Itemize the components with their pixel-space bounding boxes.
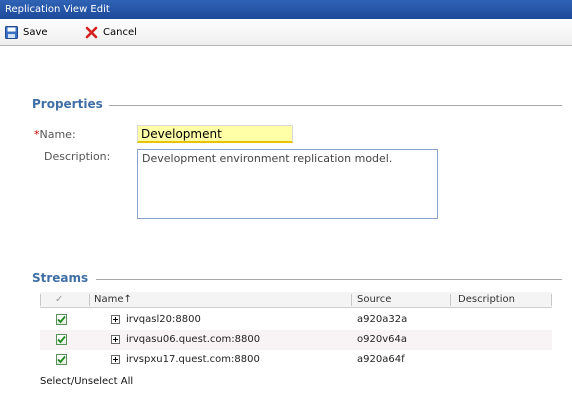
description-label: Description: [44,150,111,163]
description-field[interactable]: Development environment replication mode… [137,149,438,219]
window-title-bar: Replication View Edit [0,0,572,19]
properties-section-title: Properties [32,97,109,111]
streams-divider [96,279,562,280]
select-unselect-all-link[interactable]: Select/Unselect All [40,376,133,387]
streams-section-title: Streams [32,271,95,285]
floppy-disk-icon [5,25,18,39]
stream-source: a920a32a [357,314,408,325]
checkmark-icon [57,315,66,324]
column-header-name[interactable]: Name↑ [94,292,132,308]
column-header-source[interactable]: Source [357,292,391,308]
plus-box-icon[interactable] [111,335,120,344]
column-separator [351,294,352,306]
window-title: Replication View Edit [5,4,110,15]
table-row[interactable]: irvspxu17.quest.com:8800 a920a64f [40,350,552,370]
name-label: *Name: [34,128,76,141]
stream-name: irvqasl20:8800 [126,314,201,325]
name-label-text: Name: [39,128,76,141]
cancel-label: Cancel [103,26,137,38]
stream-source: a920a64f [357,354,405,365]
toolbar: Save Cancel [0,19,572,46]
checkmark-icon [57,335,66,344]
cancel-button[interactable]: Cancel [85,24,137,40]
plus-box-icon[interactable] [111,315,120,324]
properties-divider [100,105,562,106]
plus-box-icon[interactable] [111,355,120,364]
table-row[interactable]: irvqasu06.quest.com:8800 o920v64a [40,330,552,350]
column-header-check[interactable]: ✓ [55,292,63,308]
checkmark-icon [57,355,66,364]
table-row[interactable]: irvqasl20:8800 a920a32a [40,310,552,330]
column-header-description[interactable]: Description [458,292,515,308]
row-checkbox[interactable] [56,354,67,365]
save-button[interactable]: Save [5,24,48,40]
column-separator [89,294,90,306]
stream-name: irvspxu17.quest.com:8800 [126,354,260,365]
column-separator [450,294,451,306]
save-label: Save [23,26,48,38]
stream-name: irvqasu06.quest.com:8800 [126,334,261,345]
stream-source: o920v64a [357,334,407,345]
row-checkbox[interactable] [56,314,67,325]
row-checkbox[interactable] [56,334,67,345]
name-field[interactable] [137,125,293,143]
red-x-icon [85,26,98,38]
column-separator [551,294,552,306]
streams-grid-header: ✓ Name↑ Source Description [40,292,552,308]
column-separator [40,294,41,306]
